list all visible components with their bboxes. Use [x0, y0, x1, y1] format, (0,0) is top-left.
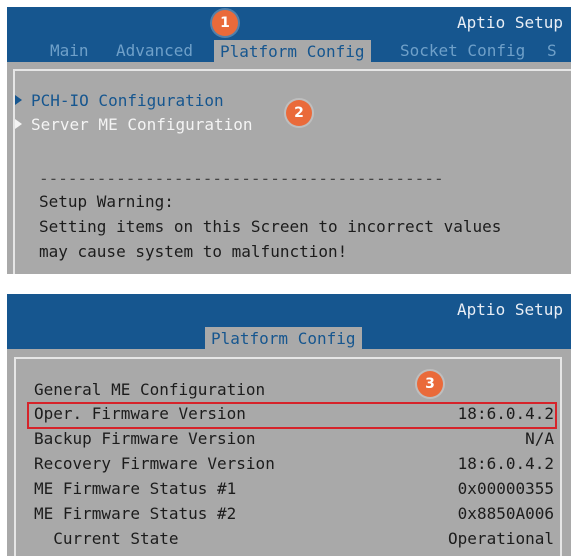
tab-main[interactable]: Main — [50, 41, 89, 60]
app-title: Aptio Setup — [457, 13, 563, 32]
title-bar: Aptio Setup Main Advanced Platform Confi… — [7, 7, 571, 62]
row-label-me-status-1: ME Firmware Status #1 — [34, 479, 237, 498]
row-label-backup-fw: Backup Firmware Version — [34, 429, 256, 448]
menu-item-label: PCH-IO Configuration — [31, 91, 224, 110]
warning-line: may cause system to malfunction! — [39, 242, 348, 261]
triangle-right-icon — [15, 119, 22, 129]
row-value-current-state: Operational — [448, 529, 554, 548]
title-bar: Aptio Setup Platform Config — [7, 294, 571, 349]
step-badge-1: 1 — [212, 10, 238, 36]
section-title: General ME Configuration — [34, 380, 266, 399]
menu-item-server-me[interactable]: Server ME Configuration — [15, 115, 253, 134]
row-value-oper-fw: 18:6.0.4.2 — [457, 404, 554, 423]
tab-platform-config[interactable]: Platform Config — [214, 40, 371, 62]
tab-platform-config[interactable]: Platform Config — [205, 327, 362, 349]
bios-screen-server-me: Aptio Setup Platform Config General ME C… — [7, 294, 571, 556]
separator-line: ----------------------------------------… — [39, 169, 444, 188]
row-label-current-state: Current State — [34, 529, 179, 548]
menu-item-pch-io[interactable]: PCH-IO Configuration — [15, 91, 224, 110]
tab-socket-config[interactable]: Socket Config — [400, 41, 525, 60]
row-value-recovery-fw: 18:6.0.4.2 — [457, 454, 554, 473]
row-label-recovery-fw: Recovery Firmware Version — [34, 454, 275, 473]
triangle-right-icon — [15, 95, 22, 105]
step-badge-3: 3 — [417, 371, 443, 397]
menu-item-label: Server ME Configuration — [31, 115, 253, 134]
row-label-me-status-2: ME Firmware Status #2 — [34, 504, 237, 523]
warning-line: Setting items on this Screen to incorrec… — [39, 217, 502, 236]
bios-screen-platform-config: Aptio Setup Main Advanced Platform Confi… — [7, 7, 571, 274]
warning-title: Setup Warning: — [39, 192, 174, 211]
row-value-me-status-2: 0x8850A006 — [457, 504, 554, 523]
row-value-me-status-1: 0x00000355 — [457, 479, 554, 498]
tab-advanced[interactable]: Advanced — [116, 41, 193, 60]
row-label-oper-fw: Oper. Firmware Version — [34, 404, 246, 423]
tab-truncated[interactable]: S — [547, 41, 557, 60]
row-value-backup-fw: N/A — [525, 429, 554, 448]
tab-bar: Main Advanced Platform Config Socket Con… — [7, 38, 571, 62]
app-title: Aptio Setup — [457, 300, 563, 319]
step-badge-2: 2 — [286, 100, 312, 126]
tab-bar: Platform Config — [7, 325, 571, 349]
